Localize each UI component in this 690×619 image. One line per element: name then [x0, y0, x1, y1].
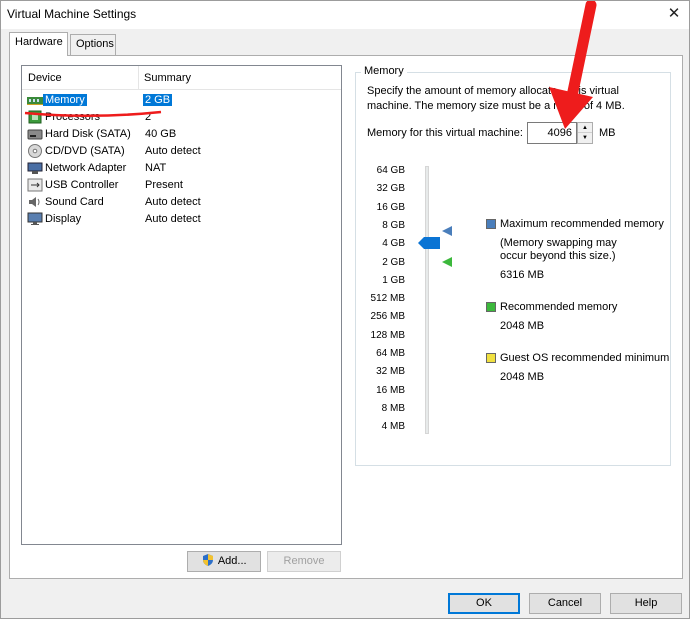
slider-tick-label: 64 GB	[376, 165, 405, 176]
shield-icon	[203, 554, 214, 566]
add-button-label: Add...	[217, 555, 247, 567]
device-name: Network Adapter	[45, 162, 127, 174]
recommended-marker	[442, 257, 452, 267]
device-name: Display	[45, 213, 82, 225]
rec-legend-value: 2048 MB	[500, 320, 545, 332]
device-row-cd-dvd[interactable]: CD/DVD (SATA) Auto detect	[23, 143, 340, 160]
device-summary: Present	[145, 179, 183, 191]
sound-icon	[29, 197, 40, 207]
slider-tick-label: 2 GB	[382, 256, 405, 268]
max-legend-note: (Memory swapping may	[500, 237, 617, 249]
slider-tick-label: 64 MB	[376, 348, 405, 359]
device-summary: Auto detect	[145, 213, 201, 225]
guest-legend-value: 2048 MB	[500, 371, 545, 383]
max-legend-value: 6316 MB	[500, 269, 545, 281]
device-name: CD/DVD (SATA)	[45, 145, 125, 157]
slider-tick-label: 4 GB	[382, 238, 405, 250]
slider-tick-label: 1 GB	[382, 274, 405, 286]
max-legend-title: Maximum recommended memory	[500, 218, 664, 230]
spin-down-icon[interactable]: ▼	[578, 133, 592, 143]
max-recommended-marker	[442, 226, 452, 236]
slider-tick-label: 256 MB	[370, 311, 405, 323]
device-list[interactable]: Device Summary Memory 2 GB Processors 2 …	[21, 65, 342, 545]
device-name: Memory	[43, 94, 87, 106]
device-summary: 2 GB	[143, 94, 173, 106]
settings-window: Virtual Machine Settings ✕ Hardware Opti…	[0, 0, 690, 619]
slider-tick-label: 32 GB	[376, 183, 405, 195]
slider-tick-label: 16 GB	[376, 201, 405, 213]
column-header-device[interactable]: Device	[28, 72, 62, 84]
memory-group-title: Memory	[361, 65, 407, 77]
device-row-sound-card[interactable]: Sound Card Auto detect	[23, 194, 340, 211]
spin-up-icon[interactable]: ▲	[578, 123, 592, 133]
memory-description-line: machine. The memory size must be a mu of…	[367, 100, 625, 112]
column-divider[interactable]	[138, 66, 139, 90]
memory-field-label: Memory for this virtual machine:	[367, 127, 523, 139]
memory-spinner[interactable]: ▲ ▼	[577, 122, 593, 144]
device-row-usb-controller[interactable]: USB Controller Present	[23, 177, 340, 194]
tab-options[interactable]: Options	[70, 34, 116, 55]
slider-tick-label: 4 MB	[381, 421, 405, 433]
slider-tick-label: 16 MB	[376, 384, 405, 396]
device-name: Hard Disk (SATA)	[45, 128, 131, 140]
tab-hardware[interactable]: Hardware	[9, 32, 68, 56]
display-icon	[27, 212, 43, 225]
slider-tick-label: 8 GB	[382, 219, 405, 231]
memory-unit-label: MB	[599, 127, 616, 139]
rec-legend-swatch	[486, 302, 496, 312]
guest-legend-title: Guest OS recommended minimum	[500, 352, 670, 364]
slider-tick-label: 8 MB	[381, 402, 405, 414]
title-bar: Virtual Machine Settings ✕	[1, 1, 689, 29]
memory-icon	[27, 97, 43, 105]
slider-tick-label: 128 MB	[370, 329, 405, 341]
guest-legend-swatch	[486, 353, 496, 363]
rec-legend-title: Recommended memory	[500, 301, 618, 313]
device-row-hard-disk[interactable]: Hard Disk (SATA) 40 GB	[23, 126, 340, 143]
device-summary: Auto detect	[145, 145, 201, 157]
device-row-network-adapter[interactable]: Network Adapter NAT	[23, 160, 340, 177]
remove-button[interactable]: Remove	[267, 551, 341, 572]
cd-dvd-icon	[28, 144, 42, 158]
cancel-button[interactable]: Cancel	[529, 593, 601, 614]
memory-description-line: Specify the amount of memory allocate th…	[367, 85, 619, 97]
list-header: Device Summary	[22, 66, 341, 90]
add-button[interactable]: Add...	[187, 551, 261, 572]
hard-disk-icon	[27, 129, 43, 140]
device-row-memory[interactable]: Memory 2 GB	[23, 92, 340, 109]
memory-slider-track[interactable]	[425, 166, 429, 434]
column-header-summary[interactable]: Summary	[144, 72, 191, 84]
device-row-display[interactable]: Display Auto detect	[23, 211, 340, 228]
ok-button[interactable]: OK	[448, 593, 520, 614]
device-summary: NAT	[145, 162, 167, 174]
device-summary: 40 GB	[145, 128, 177, 140]
slider-tick-label: 512 MB	[370, 293, 405, 305]
max-legend-swatch	[486, 219, 496, 229]
max-legend-note: occur beyond this size.)	[500, 250, 616, 262]
slider-tick-label: 32 MB	[376, 366, 405, 378]
usb-icon	[27, 178, 43, 192]
red-underline-annotation	[24, 110, 162, 117]
device-name: USB Controller	[45, 179, 119, 191]
device-summary: Auto detect	[145, 196, 201, 208]
memory-input[interactable]	[527, 122, 577, 144]
device-name: Sound Card	[45, 196, 104, 208]
memory-slider-thumb[interactable]	[418, 237, 440, 249]
help-button[interactable]: Help	[610, 593, 682, 614]
window-title: Virtual Machine Settings	[7, 7, 137, 21]
close-icon[interactable]: ✕	[665, 5, 683, 23]
memory-description: Specify the amount of memory allocate th…	[367, 84, 647, 114]
network-icon	[27, 162, 43, 174]
